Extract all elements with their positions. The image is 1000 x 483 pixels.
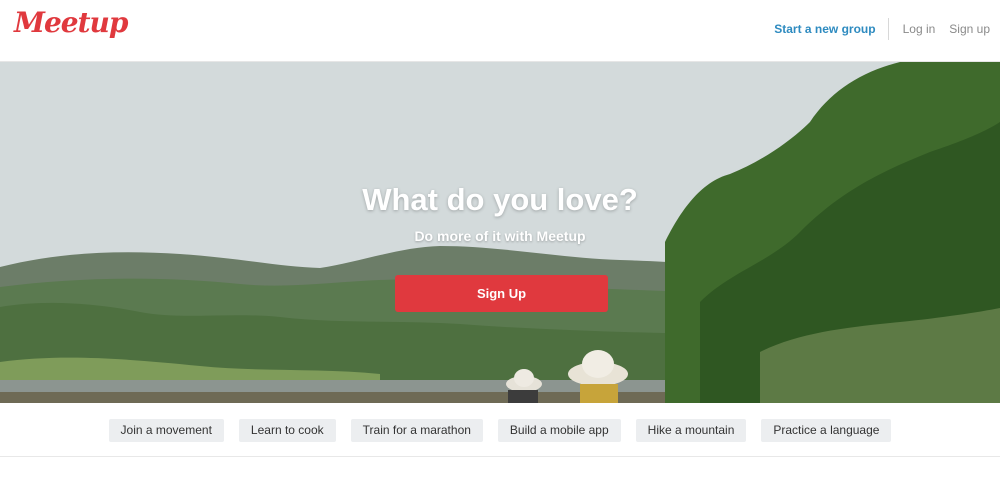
- login-link[interactable]: Log in: [903, 22, 936, 36]
- topic-chip-practice-a-language[interactable]: Practice a language: [761, 419, 892, 442]
- start-new-group-link[interactable]: Start a new group: [774, 22, 875, 36]
- topic-suggestions: Join a movement Learn to cook Train for …: [0, 403, 1000, 457]
- hero-banner: What do you love? Do more of it with Mee…: [0, 62, 1000, 403]
- hero-title: What do you love?: [362, 182, 638, 217]
- site-header: Meetup Start a new group Log in Sign up: [0, 0, 1000, 62]
- topic-chip-build-a-mobile-app[interactable]: Build a mobile app: [497, 419, 621, 442]
- header-nav: Start a new group Log in Sign up: [774, 18, 990, 40]
- hero-subtitle: Do more of it with Meetup: [414, 228, 586, 244]
- meetup-logo[interactable]: Meetup: [14, 6, 128, 39]
- topic-chip-train-for-a-marathon[interactable]: Train for a marathon: [350, 419, 483, 442]
- signup-link[interactable]: Sign up: [949, 22, 990, 36]
- topic-chip-join-a-movement[interactable]: Join a movement: [108, 419, 224, 442]
- topic-chip-row: Join a movement Learn to cook Train for …: [0, 419, 1000, 442]
- signup-button[interactable]: Sign Up: [395, 275, 608, 312]
- topic-chip-hike-a-mountain[interactable]: Hike a mountain: [635, 419, 747, 442]
- topic-chip-learn-to-cook[interactable]: Learn to cook: [238, 419, 336, 442]
- nav-divider: [887, 18, 889, 40]
